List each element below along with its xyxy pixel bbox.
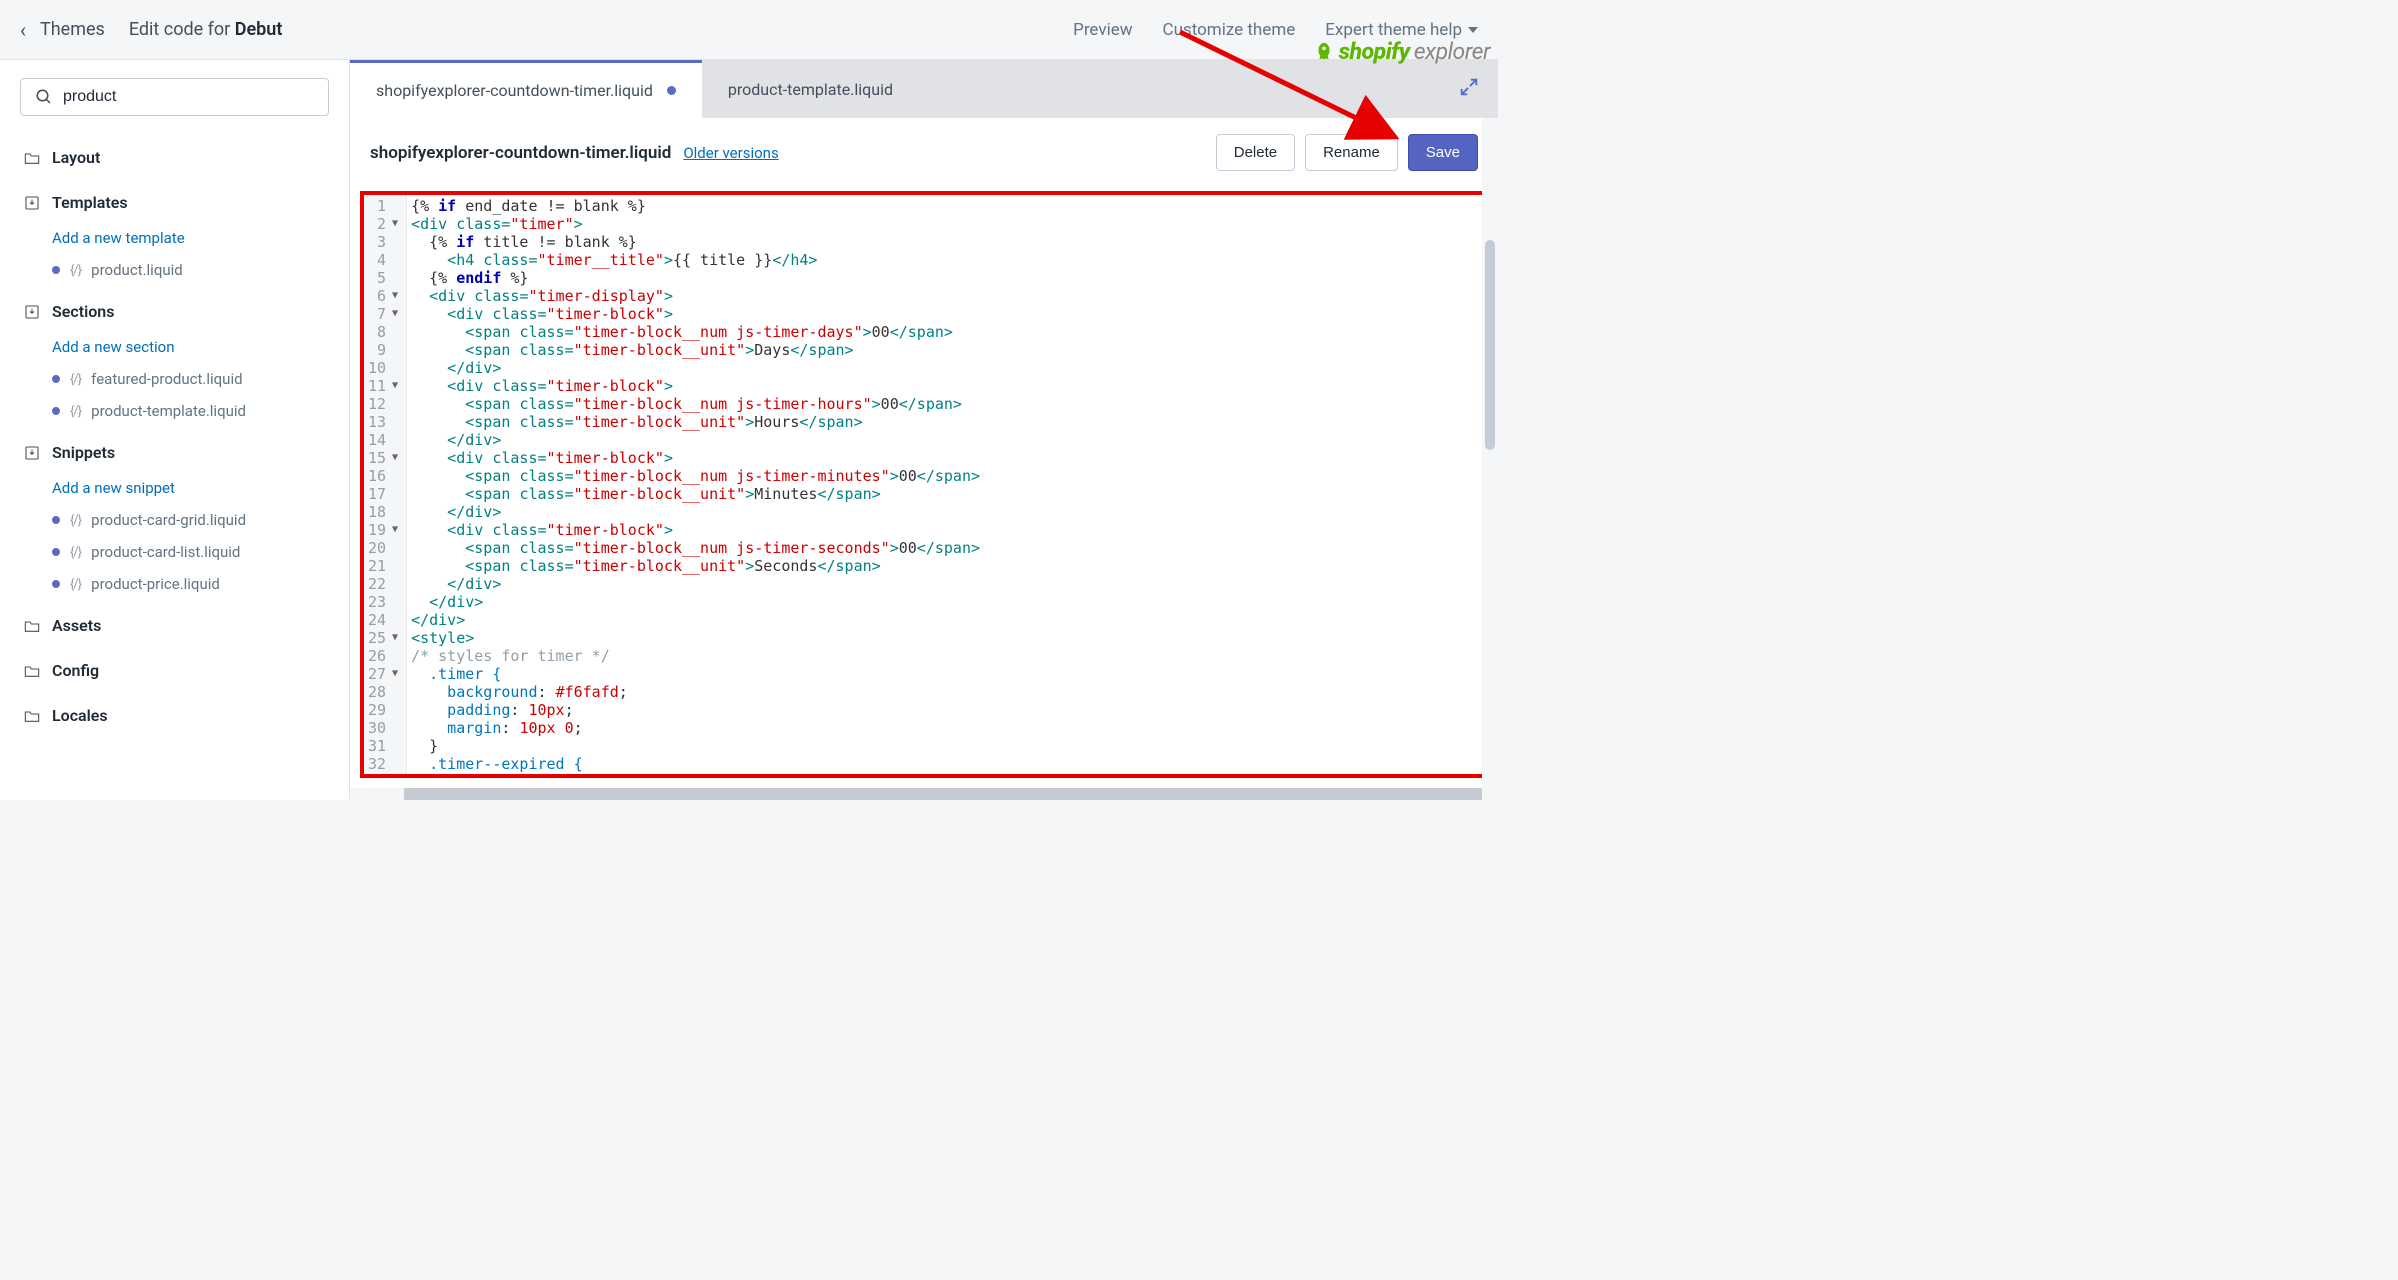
file-item[interactable]: {/}product-card-list.liquid: [52, 536, 329, 568]
vertical-scrollbar[interactable]: [1482, 118, 1498, 800]
editor[interactable]: 12▼3456▼7▼891011▼12131415▼16171819▼20212…: [350, 187, 1498, 788]
code-area[interactable]: {% if end_date != blank %}<div class="ti…: [407, 195, 1484, 774]
file-toolbar: shopifyexplorer-countdown-timer.liquid O…: [350, 118, 1498, 187]
older-versions-link[interactable]: Older versions: [683, 144, 778, 162]
section-header-config[interactable]: Config: [20, 651, 329, 690]
file-item[interactable]: {/}product-template.liquid: [52, 395, 329, 427]
section-header-sections[interactable]: Sections: [20, 292, 329, 331]
page-title: Edit code for Debut: [129, 19, 283, 40]
section-header-templates[interactable]: Templates: [20, 183, 329, 222]
search-input[interactable]: [63, 88, 314, 106]
folder-icon: [24, 663, 40, 679]
code-icon: {/}: [70, 513, 81, 528]
sidebar: LayoutTemplatesAdd a new template{/}prod…: [0, 60, 350, 800]
customize-theme-link[interactable]: Customize theme: [1163, 20, 1296, 40]
rename-button[interactable]: Rename: [1305, 134, 1398, 171]
modified-dot-icon: [52, 548, 60, 556]
file-item[interactable]: {/}product.liquid: [52, 254, 329, 286]
section-header-locales[interactable]: Locales: [20, 696, 329, 735]
modified-dot-icon: [667, 86, 676, 95]
preview-link[interactable]: Preview: [1073, 20, 1132, 40]
back-chevron-icon[interactable]: ‹: [20, 18, 26, 42]
download-folder-icon: [24, 445, 40, 461]
modified-dot-icon: [52, 516, 60, 524]
file-item[interactable]: {/}product-price.liquid: [52, 568, 329, 600]
expand-icon[interactable]: [1440, 76, 1498, 102]
tab[interactable]: shopifyexplorer-countdown-timer.liquid: [350, 60, 702, 118]
code-icon: {/}: [70, 404, 81, 419]
section-header-assets[interactable]: Assets: [20, 606, 329, 645]
themes-link[interactable]: Themes: [40, 19, 105, 40]
modified-dot-icon: [52, 407, 60, 415]
add-link[interactable]: Add a new section: [52, 331, 329, 363]
tab[interactable]: product-template.liquid: [702, 60, 919, 118]
modified-dot-icon: [52, 580, 60, 588]
modified-dot-icon: [52, 266, 60, 274]
add-link[interactable]: Add a new template: [52, 222, 329, 254]
watermark: shopifyexplorer: [1313, 38, 1490, 65]
rocket-icon: [1313, 41, 1335, 63]
search-icon: [35, 88, 53, 106]
header: ‹ Themes Edit code for Debut Preview Cus…: [0, 0, 1498, 60]
scrollbar-thumb[interactable]: [1485, 240, 1495, 450]
file-item[interactable]: {/}product-card-grid.liquid: [52, 504, 329, 536]
folder-icon: [24, 150, 40, 166]
modified-dot-icon: [52, 375, 60, 383]
code-icon: {/}: [70, 545, 81, 560]
section-header-snippets[interactable]: Snippets: [20, 433, 329, 472]
code-icon: {/}: [70, 577, 81, 592]
save-button[interactable]: Save: [1408, 134, 1478, 171]
expert-help-dropdown[interactable]: Expert theme help: [1325, 20, 1478, 40]
download-folder-icon: [24, 195, 40, 211]
code-icon: {/}: [70, 372, 81, 387]
search-box[interactable]: [20, 78, 329, 116]
horizontal-scrollbar[interactable]: [404, 788, 1484, 800]
file-item[interactable]: {/}featured-product.liquid: [52, 363, 329, 395]
main: shopifyexplorer-countdown-timer.liquidpr…: [350, 60, 1498, 800]
add-link[interactable]: Add a new snippet: [52, 472, 329, 504]
tabs: shopifyexplorer-countdown-timer.liquidpr…: [350, 60, 1498, 118]
delete-button[interactable]: Delete: [1216, 134, 1295, 171]
section-header-layout[interactable]: Layout: [20, 138, 329, 177]
filename-label: shopifyexplorer-countdown-timer.liquid: [370, 143, 671, 163]
caret-down-icon: [1468, 27, 1478, 33]
code-icon: {/}: [70, 263, 81, 278]
gutter: 12▼3456▼7▼891011▼12131415▼16171819▼20212…: [364, 195, 407, 774]
folder-icon: [24, 618, 40, 634]
download-folder-icon: [24, 304, 40, 320]
folder-icon: [24, 708, 40, 724]
